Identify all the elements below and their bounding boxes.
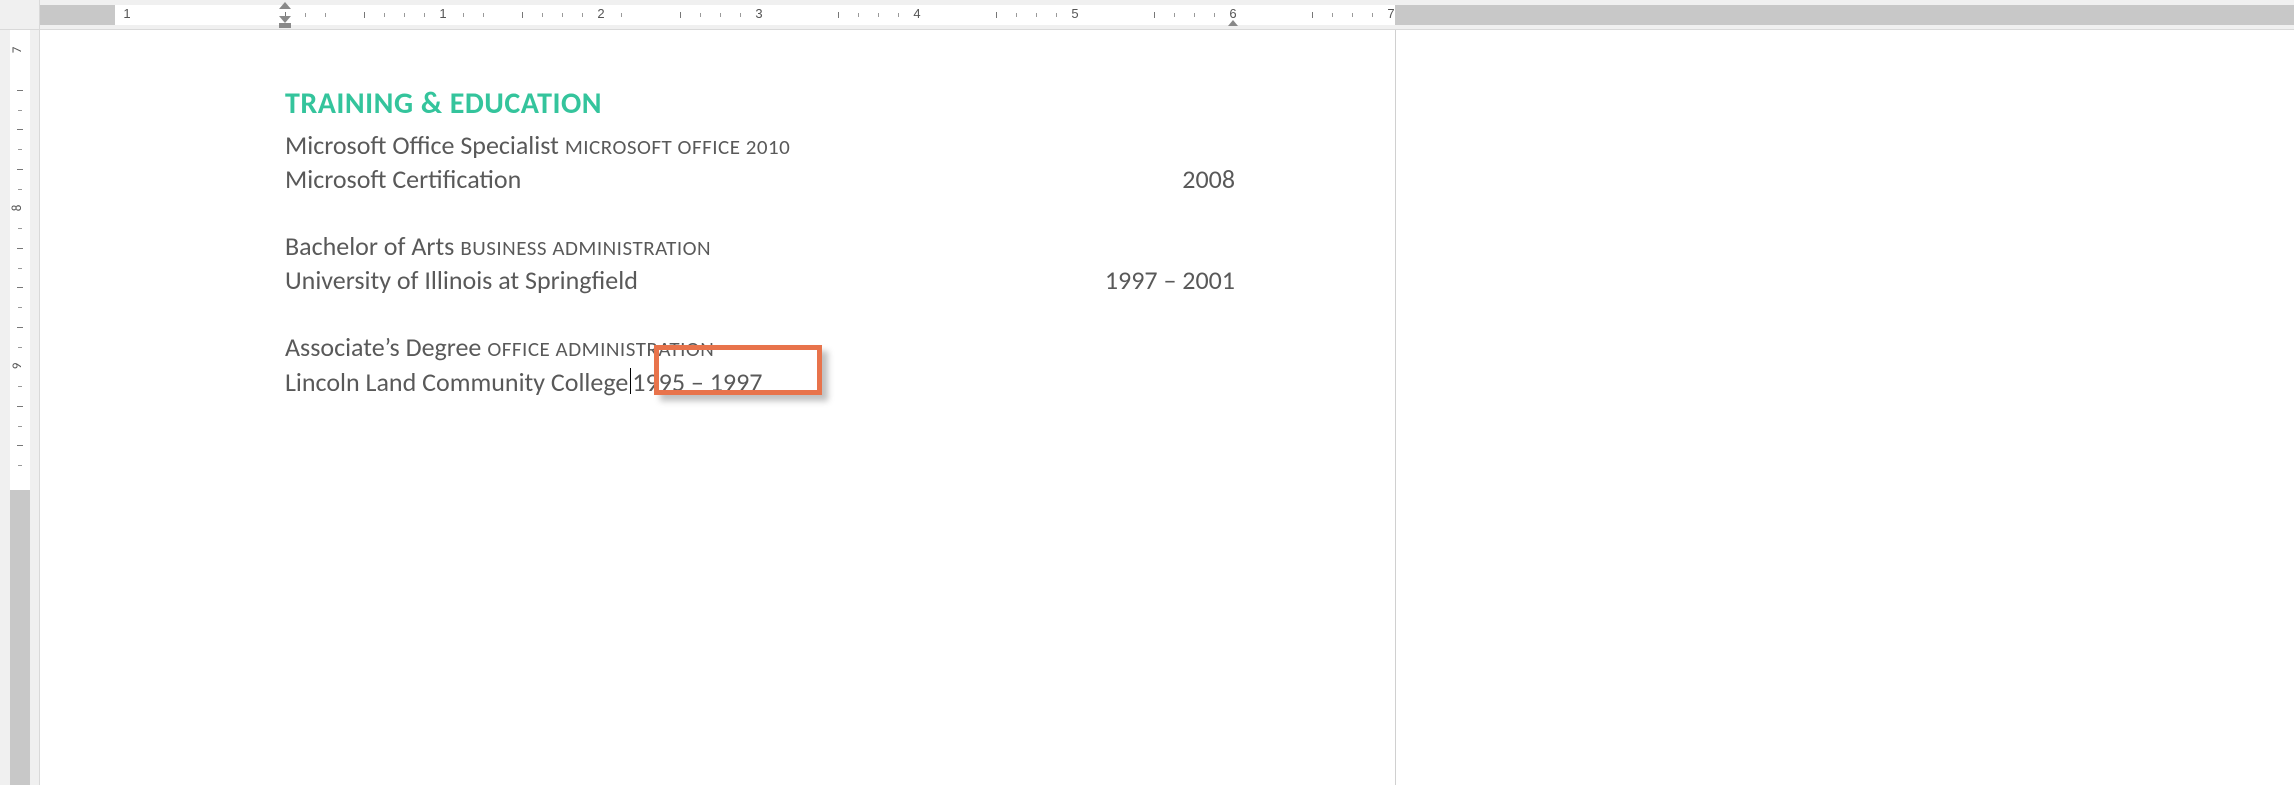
entry-title: Associate’s Degree — [285, 330, 481, 365]
entry-date: 2008 — [1182, 163, 1235, 195]
section-heading: TRAINING & EDUCATION — [285, 85, 1235, 122]
ruler-h-3: 3 — [755, 6, 762, 21]
ruler-h-4: 4 — [913, 6, 920, 21]
entry-subtitle: OFFICE ADMINISTRATION — [487, 335, 714, 363]
ruler-h-1: 1 — [439, 6, 446, 21]
entry-place: Lincoln Land Community College — [285, 365, 628, 400]
hanging-indent-marker[interactable] — [279, 16, 291, 23]
entry-place: University of Illinois at Springfield — [285, 264, 638, 296]
ruler-h-6: 6 — [1229, 6, 1236, 21]
entry-place: Microsoft Certification — [285, 163, 521, 195]
ruler-h-5: 5 — [1071, 6, 1078, 21]
ruler-v-7: 7 — [10, 47, 25, 54]
entry-subtitle: BUSINESS ADMINISTRATION — [460, 234, 711, 262]
entry-place-row: University of Illinois at Springfield 19… — [285, 264, 1235, 296]
entry-title-line: Bachelor of Arts BUSINESS ADMINISTRATION — [285, 229, 1235, 264]
entry-title-line: Microsoft Office Specialist MICROSOFT OF… — [285, 128, 1235, 163]
entry-place-row: Lincoln Land Community College 1995 – 19… — [285, 365, 1235, 400]
left-indent-marker[interactable] — [279, 23, 291, 28]
horizontal-ruler[interactable]: 1 1 1 2 3 4 5 6 7 — [40, 0, 2294, 30]
entry-subtitle: MICROSOFT OFFICE 2010 — [565, 133, 791, 161]
vertical-ruler[interactable]: 7 8 9 — [0, 30, 40, 785]
ruler-corner — [0, 0, 40, 30]
word-processor-view: 1 1 1 2 3 4 5 6 7 — [0, 0, 2294, 785]
ruler-h-2: 2 — [597, 6, 604, 21]
education-entry: Microsoft Office Specialist MICROSOFT OF… — [285, 128, 1235, 195]
entry-date-inline: 1995 – 1997 — [630, 365, 762, 400]
entry-title: Bachelor of Arts — [285, 229, 454, 264]
page-right-edge — [1395, 30, 1396, 785]
right-indent-marker[interactable] — [1228, 20, 1238, 26]
entry-date: 1997 – 2001 — [1105, 264, 1235, 296]
document-canvas[interactable]: TRAINING & EDUCATION Microsoft Office Sp… — [40, 30, 2294, 785]
entry-title-line: Associate’s Degree OFFICE ADMINISTRATION — [285, 330, 1235, 365]
entry-place-row: Microsoft Certification 2008 — [285, 163, 1235, 195]
entry-date: 1995 – 1997 — [632, 366, 762, 398]
ruler-v-8: 8 — [10, 205, 25, 212]
ruler-h-7: 7 — [1387, 6, 1394, 21]
ruler-num: 1 — [123, 6, 130, 21]
ruler-v-9: 9 — [10, 363, 25, 370]
first-line-indent-marker[interactable] — [279, 2, 291, 9]
document-content[interactable]: TRAINING & EDUCATION Microsoft Office Sp… — [285, 85, 1235, 400]
education-entry: Bachelor of Arts BUSINESS ADMINISTRATION… — [285, 229, 1235, 296]
entry-title: Microsoft Office Specialist — [285, 128, 559, 163]
education-entry: Associate’s Degree OFFICE ADMINISTRATION… — [285, 330, 1235, 400]
